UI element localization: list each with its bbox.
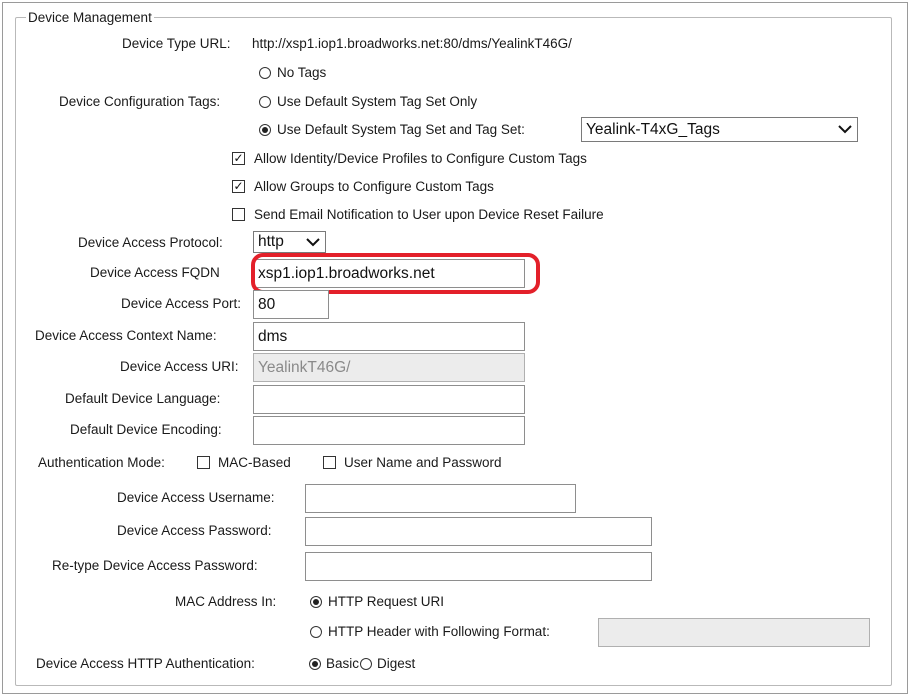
access-protocol-select[interactable]: http [253,231,326,253]
config-tags-label: Device Configuration Tags: [59,94,221,109]
radio-digest[interactable] [360,658,372,670]
tag-set-select-value: Yealink-T4xG_Tags [586,121,720,138]
default-tag-set-only-label: Use Default System Tag Set Only [277,94,478,109]
user-name-password-label: User Name and Password [344,455,502,470]
digest-label: Digest [377,656,416,671]
chevron-down-icon [306,238,320,247]
encoding-label: Default Device Encoding: [70,422,222,437]
default-and-tag-set-label: Use Default System Tag Set and Tag Set: [277,122,525,137]
http-request-uri-label: HTTP Request URI [328,594,445,609]
http-header-label: HTTP Header with Following Format: [328,624,550,639]
http-auth-label: Device Access HTTP Authentication: [36,656,255,671]
section-legend: Device Management [28,10,152,25]
checkbox-allow-groups[interactable]: ✓ [232,180,245,193]
context-name-label: Device Access Context Name: [35,328,217,343]
access-uri-input: YealinkT46G/ [253,353,525,382]
port-input[interactable]: 80 [253,290,329,319]
device-type-url-value: http://xsp1.iop1.broadworks.net:80/dms/Y… [252,36,572,51]
mac-based-label: MAC-Based [218,455,291,470]
retype-password-label: Re-type Device Access Password: [52,558,258,573]
checkbox-allow-identity-profiles[interactable]: ✓ [232,152,245,165]
fqdn-highlight-annotation [251,253,540,294]
encoding-input[interactable] [253,416,525,445]
tag-set-select[interactable]: Yealink-T4xG_Tags [581,117,858,142]
radio-no-tags[interactable] [259,67,271,79]
auth-mode-label: Authentication Mode: [38,455,165,470]
basic-label: Basic [326,656,360,671]
radio-default-tag-set-only[interactable] [259,96,271,108]
port-label: Device Access Port: [121,296,242,311]
allow-groups-label: Allow Groups to Configure Custom Tags [254,179,494,194]
access-uri-label: Device Access URI: [120,359,239,374]
language-input[interactable] [253,385,525,414]
radio-default-and-tag-set[interactable] [259,124,271,136]
username-input[interactable] [305,484,576,513]
radio-http-request-uri[interactable] [310,596,322,608]
mac-in-label: MAC Address In: [175,594,277,609]
radio-http-header[interactable] [310,626,322,638]
access-protocol-value: http [258,233,284,250]
chevron-down-icon [838,125,852,134]
checkbox-mac-based[interactable] [197,456,210,469]
password-input[interactable] [305,517,652,546]
fqdn-label: Device Access FQDN [90,265,220,280]
radio-basic[interactable] [309,658,321,670]
header-format-input [598,618,870,647]
send-email-label: Send Email Notification to User upon Dev… [254,207,604,222]
allow-identity-profiles-label: Allow Identity/Device Profiles to Config… [254,151,587,166]
context-name-input[interactable]: dms [253,322,525,351]
password-label: Device Access Password: [117,523,272,538]
no-tags-label: No Tags [277,65,327,80]
checkbox-send-email[interactable] [232,208,245,221]
language-label: Default Device Language: [65,391,221,406]
retype-password-input[interactable] [305,552,652,581]
device-type-url-label: Device Type URL: [122,36,231,51]
username-label: Device Access Username: [117,490,275,505]
checkbox-user-name-password[interactable] [323,456,336,469]
access-protocol-label: Device Access Protocol: [78,235,223,250]
